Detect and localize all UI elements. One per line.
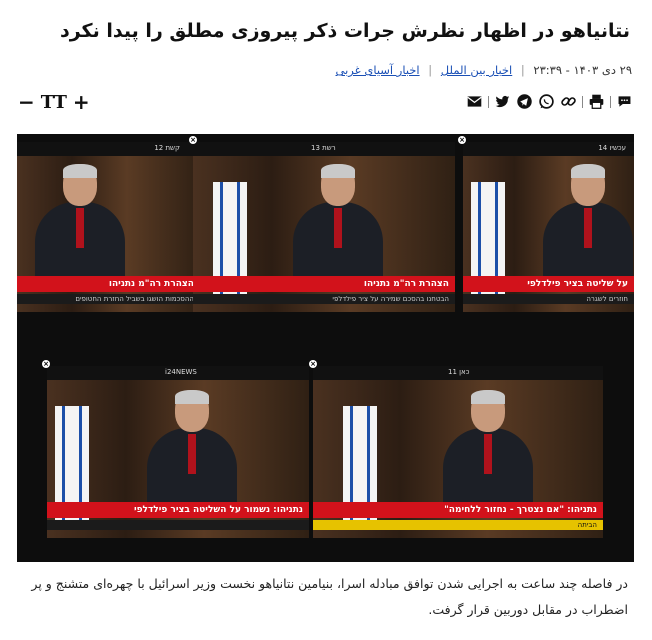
close-icon[interactable]: × bbox=[42, 360, 50, 368]
channel-label: עכשיו 14 bbox=[598, 144, 626, 152]
speaker bbox=[443, 390, 533, 510]
news-ticker: נתניהו: נשמור על השליטה בציר פילדלפי bbox=[47, 502, 309, 518]
tv-frame: קשת 12 הצהרת רה"מ נתניהו ההסכמות הושגו ב… bbox=[17, 142, 200, 312]
article-title: نتانیاهو در اظهار نظرش جرات ذکر پیروزی م… bbox=[59, 20, 630, 42]
channel-label: רשת 13 bbox=[311, 144, 336, 152]
twitter-icon[interactable] bbox=[493, 92, 512, 111]
telegram-icon[interactable] bbox=[515, 92, 534, 111]
news-subticker: הביתה bbox=[313, 520, 603, 530]
channel-label: קשת 12 bbox=[154, 144, 180, 152]
category-link-west-asia[interactable]: اخبار آسیای غربی bbox=[336, 63, 420, 77]
separator: | bbox=[428, 63, 433, 77]
tv-frame: עכשיו 14 על שליטה בציר פילדלפי חוזרים לש… bbox=[463, 142, 634, 312]
print-icon[interactable] bbox=[587, 92, 606, 111]
news-ticker: הצהרת רה"מ נתניהו bbox=[17, 276, 200, 292]
tv-frame: i24NEWS נתניהו: נשמור על השליטה בציר פיל… bbox=[47, 366, 309, 538]
image-caption: در فاصله چند ساعت به اجرایی شدن توافق مب… bbox=[31, 576, 628, 617]
news-ticker: נתניהו: "אם נצטרך - נחזור ללחימה" bbox=[313, 502, 603, 518]
speaker bbox=[543, 164, 633, 284]
font-size-icon: TT bbox=[40, 91, 67, 113]
close-icon[interactable]: × bbox=[309, 360, 317, 368]
speaker bbox=[147, 390, 237, 510]
article-image[interactable]: קשת 12 הצהרת רה"מ נתניהו ההסכמות הושגו ב… bbox=[17, 134, 634, 562]
speaker bbox=[35, 164, 125, 284]
separator: | bbox=[520, 63, 525, 77]
news-subticker: ההסכמות הושגו בשביל החזרת החטופים bbox=[17, 294, 200, 304]
article-meta: ۲۹ دی ۱۴۰۳ - ۲۳:۳۹ | اخبار بین الملل | ا… bbox=[336, 63, 632, 77]
close-icon[interactable]: × bbox=[189, 136, 197, 144]
font-increase-button[interactable]: + bbox=[73, 90, 90, 114]
news-subticker: הבטחנו בהסכם שמירה על ציר פילדלפי bbox=[193, 294, 455, 304]
tv-frame: כאן 11 נתניהו: "אם נצטרך - נחזור ללחימה"… bbox=[313, 366, 603, 538]
channel-label: כאן 11 bbox=[448, 368, 470, 376]
whatsapp-icon[interactable] bbox=[537, 92, 556, 111]
speaker bbox=[293, 164, 383, 284]
channel-label: i24NEWS bbox=[165, 368, 197, 376]
news-subticker: חוזרים לשגרה bbox=[463, 294, 634, 304]
news-ticker: הצהרת רה"מ נתניהו bbox=[193, 276, 455, 292]
divider bbox=[610, 95, 611, 108]
divider bbox=[488, 95, 489, 108]
font-decrease-button[interactable]: − bbox=[18, 90, 35, 114]
news-subticker bbox=[47, 520, 309, 530]
news-ticker: על שליטה בציר פילדלפי bbox=[463, 276, 634, 292]
share-toolbar bbox=[465, 92, 634, 111]
link-icon[interactable] bbox=[559, 92, 578, 111]
divider bbox=[582, 95, 583, 108]
font-size-control: − TT + bbox=[18, 90, 90, 114]
email-icon[interactable] bbox=[465, 92, 484, 111]
tv-frame: רשת 13 הצהרת רה"מ נתניהו הבטחנו בהסכם שמ… bbox=[193, 142, 455, 312]
comment-icon[interactable] bbox=[615, 92, 634, 111]
category-link-international[interactable]: اخبار بین الملل bbox=[441, 63, 512, 77]
article-date: ۲۹ دی ۱۴۰۳ - ۲۳:۳۹ bbox=[533, 63, 632, 77]
close-icon[interactable]: × bbox=[458, 136, 466, 144]
